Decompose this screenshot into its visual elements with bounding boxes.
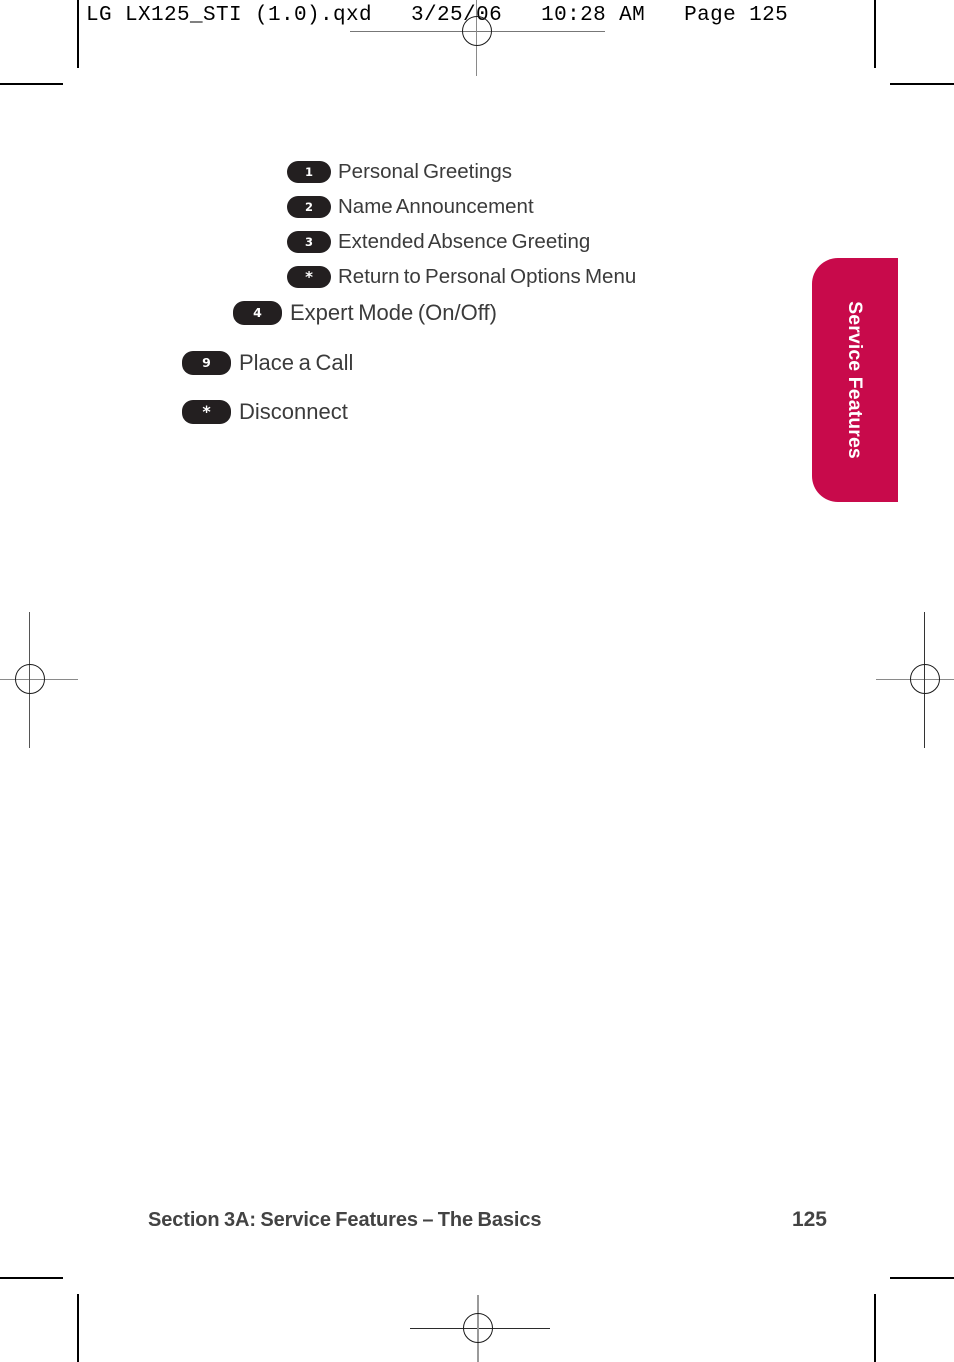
registration-mark-bottom-center bbox=[410, 1295, 550, 1362]
key-badge[interactable]: * bbox=[182, 400, 231, 424]
crop-mark-left-bottom-horizontal bbox=[0, 1277, 63, 1279]
list-item[interactable]: 9 Place a Call bbox=[182, 350, 800, 376]
key-badge[interactable]: 4 bbox=[233, 301, 282, 325]
page-footer: Section 3A: Service Features – The Basic… bbox=[148, 1208, 827, 1232]
registration-mark-left-center bbox=[0, 612, 78, 748]
list-item[interactable]: 1 Personal Greetings bbox=[287, 160, 800, 184]
list-item[interactable]: * Disconnect bbox=[182, 399, 800, 425]
key-badge[interactable]: * bbox=[287, 266, 331, 288]
side-tab-service-features: Service Features bbox=[812, 258, 898, 502]
crop-mark-right-top-horizontal bbox=[890, 83, 954, 85]
key-badge[interactable]: 3 bbox=[287, 231, 331, 253]
trim-rule-top-left bbox=[350, 31, 450, 33]
list-item-label: Return to Personal Options Menu bbox=[338, 265, 637, 288]
list-item[interactable]: 4 Expert Mode (On/Off) bbox=[233, 300, 800, 326]
list-item-label: Extended Absence Greeting bbox=[338, 230, 591, 253]
side-tab-label: Service Features bbox=[844, 301, 866, 459]
key-badge[interactable]: 1 bbox=[287, 161, 331, 183]
voicemail-menu-list: 1 Personal Greetings 2 Name Announcement… bbox=[0, 160, 800, 425]
crop-mark-left-top-horizontal bbox=[0, 83, 63, 85]
list-item-label: Expert Mode (On/Off) bbox=[290, 300, 497, 325]
key-badge[interactable]: 2 bbox=[287, 196, 331, 218]
list-item-label: Place a Call bbox=[239, 350, 354, 375]
registration-mark-right-center bbox=[876, 612, 954, 748]
list-item[interactable]: * Return to Personal Options Menu bbox=[287, 265, 800, 289]
crop-mark-bottom-left-vertical bbox=[77, 1294, 79, 1362]
list-item-label: Name Announcement bbox=[338, 195, 534, 218]
crop-mark-bottom-right-vertical bbox=[874, 1294, 876, 1362]
trim-rule-top-right bbox=[505, 31, 605, 33]
crop-mark-right-bottom-horizontal bbox=[890, 1277, 954, 1279]
footer-section-title: Section 3A: Service Features – The Basic… bbox=[148, 1209, 542, 1231]
list-item-label: Disconnect bbox=[239, 399, 348, 424]
list-item-label: Personal Greetings bbox=[338, 160, 512, 183]
preflight-header-text: LG LX125_STI (1.0).qxd 3/25/06 10:28 AM … bbox=[86, 4, 789, 27]
crop-mark-top-right-vertical bbox=[874, 0, 876, 68]
list-item[interactable]: 2 Name Announcement bbox=[287, 195, 800, 219]
key-badge[interactable]: 9 bbox=[182, 351, 231, 375]
crop-mark-top-left-vertical bbox=[77, 0, 79, 68]
page-number: 125 bbox=[791, 1208, 827, 1231]
list-item[interactable]: 3 Extended Absence Greeting bbox=[287, 230, 800, 254]
